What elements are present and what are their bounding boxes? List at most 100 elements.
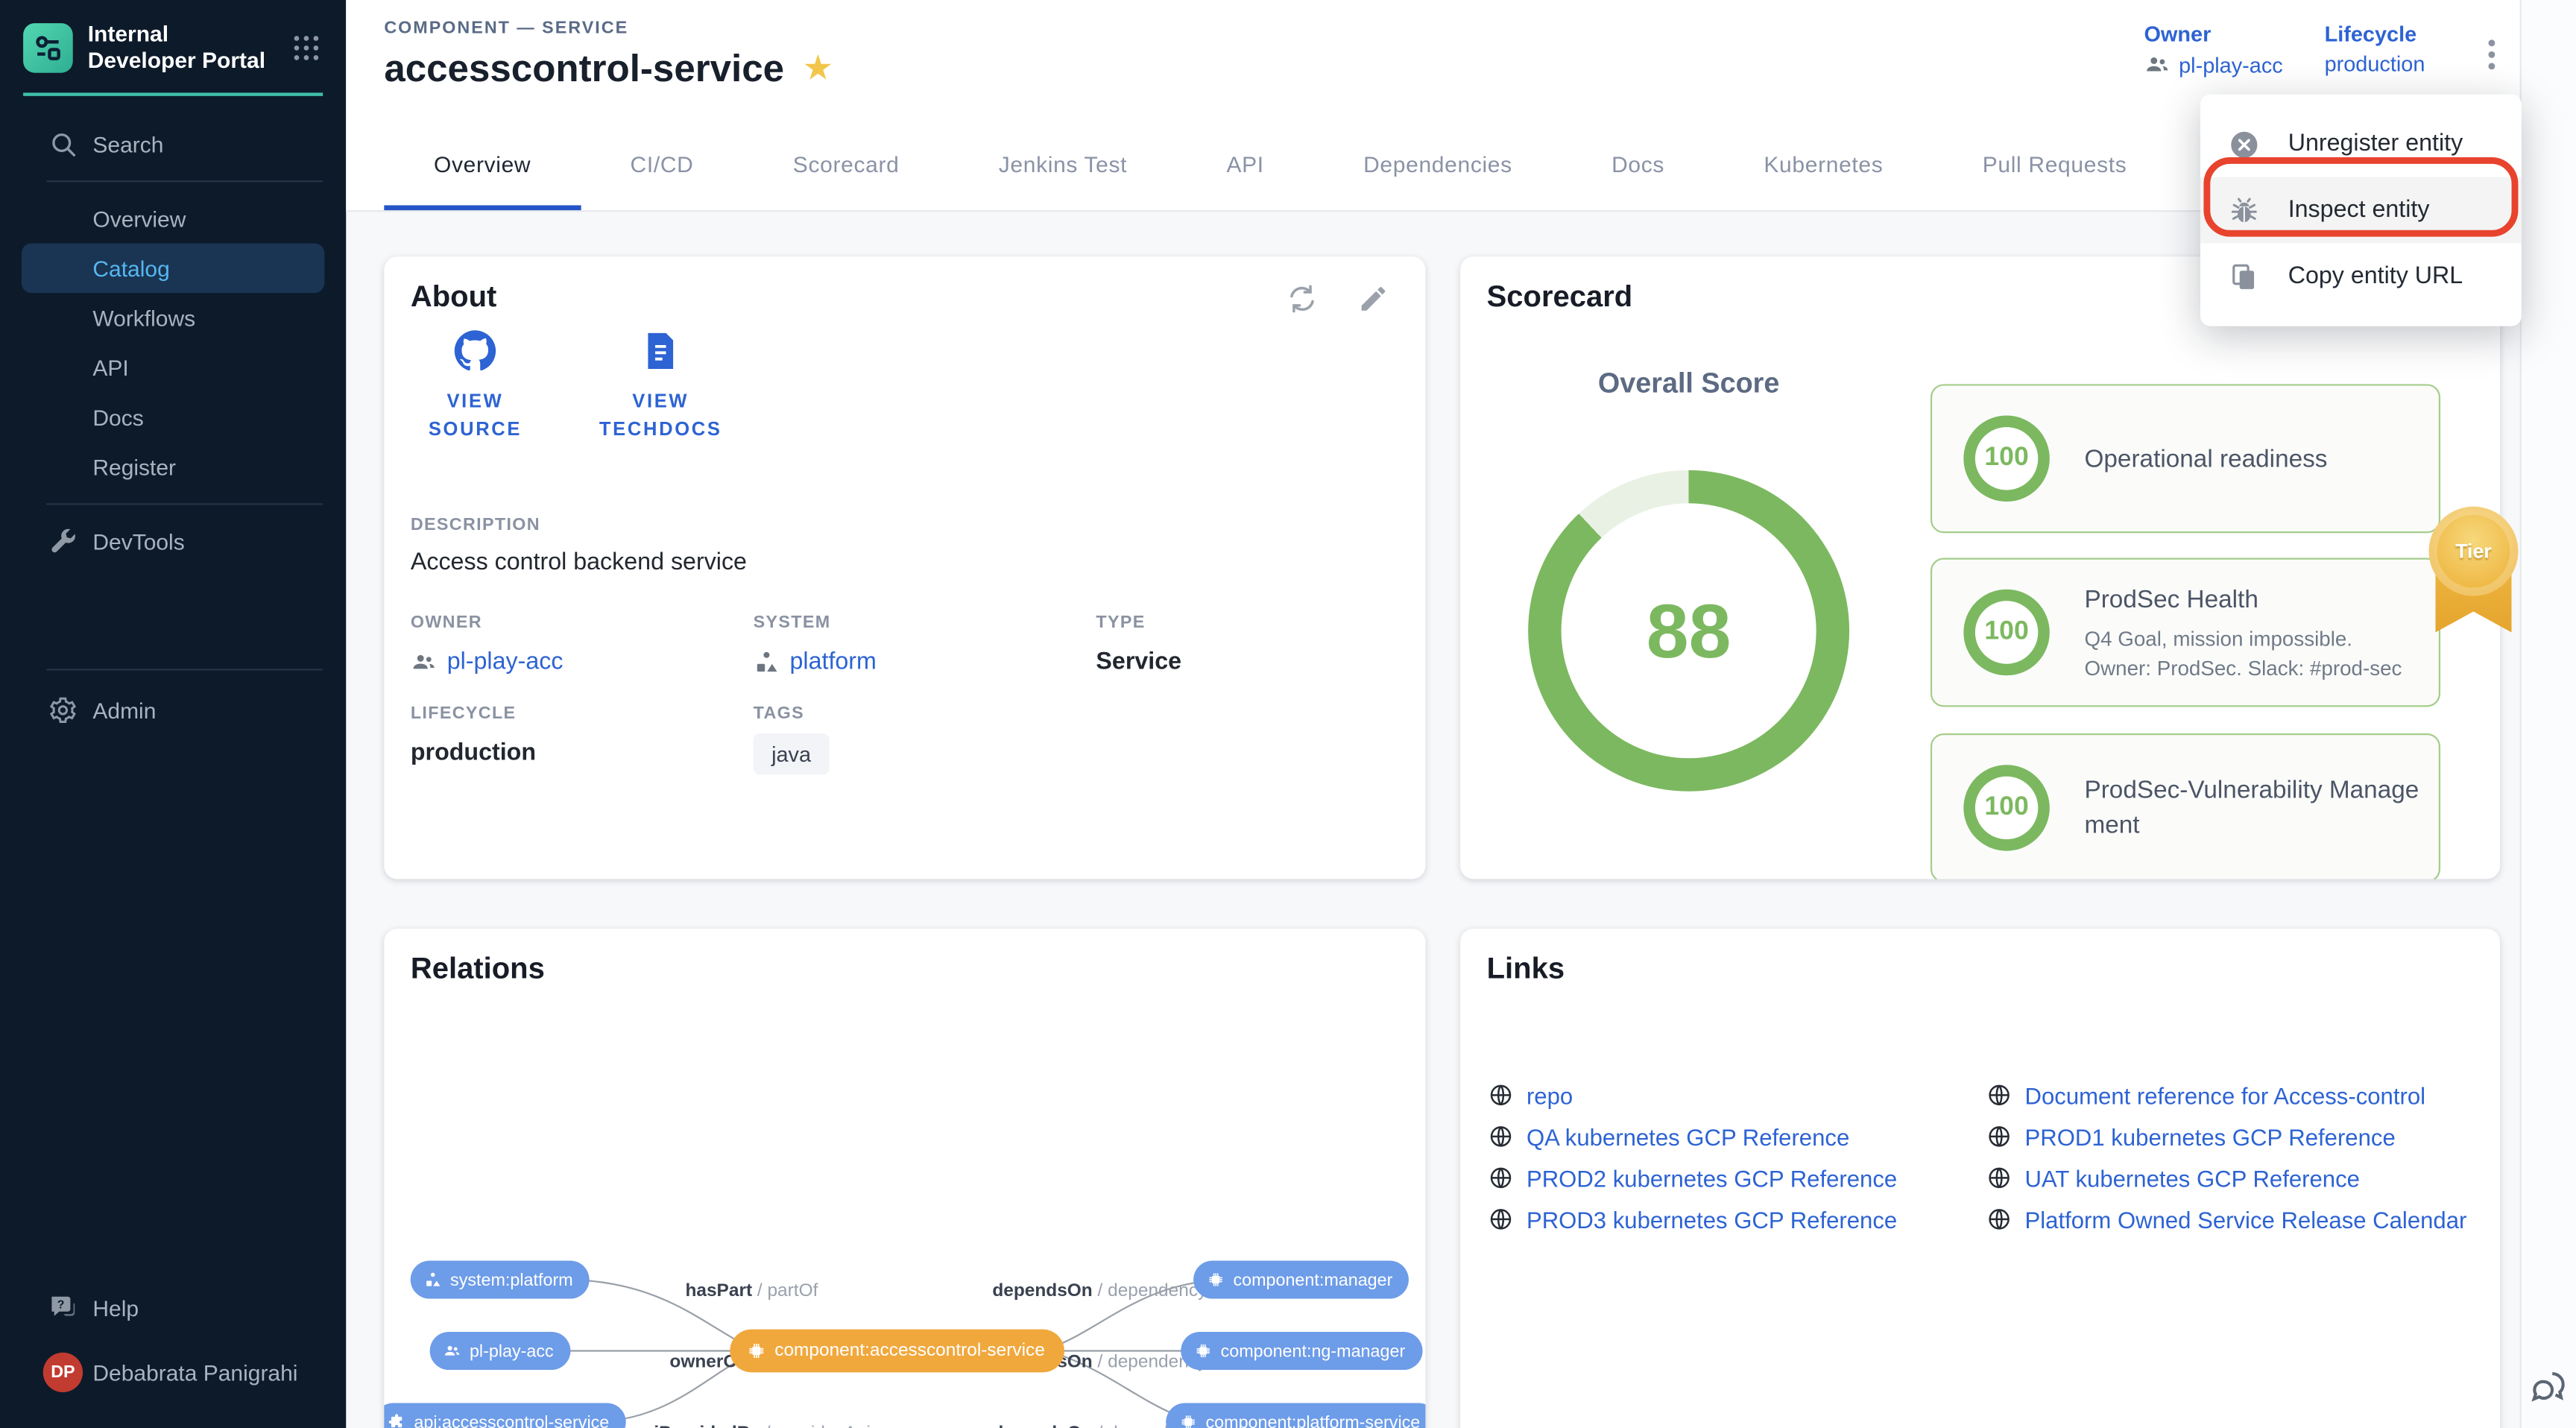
- owner-link[interactable]: pl-play-acc: [2179, 52, 2283, 77]
- apps-grid-icon[interactable]: [290, 31, 323, 63]
- edge-label-haspart: hasPart / partOf: [685, 1281, 818, 1301]
- field-link[interactable]: pl-play-acc: [411, 649, 725, 676]
- scorecard-check-operational-readiness: 100Operational readiness: [1931, 384, 2440, 533]
- sidebar-item-register[interactable]: Register: [0, 442, 346, 492]
- field-link[interactable]: platform: [754, 649, 1068, 676]
- external-link-repo[interactable]: repo: [1489, 1075, 1897, 1116]
- about-card: About VIEWSOURCEVIEWTECHDOCS DESCRIPTION…: [384, 256, 1425, 879]
- relations-graph: system:platform pl-play-acc api:accesscont…: [384, 929, 1425, 1428]
- graph-node-label: api:accesscontrol-service: [414, 1412, 609, 1428]
- main-area: COMPONENT — SERVICE accesscontrol-servic…: [346, 0, 2576, 1428]
- menu-item-label: Copy entity URL: [2288, 263, 2463, 290]
- about-card-title: About: [411, 279, 496, 315]
- system-icon: [424, 1271, 442, 1289]
- tab-docs[interactable]: Docs: [1562, 118, 1714, 210]
- graph-node-component-ng-manager[interactable]: component:ng-manager: [1181, 1332, 1421, 1370]
- sidebar-item-admin[interactable]: Admin: [0, 686, 346, 736]
- graph-node-pl-play-acc[interactable]: pl-play-acc: [430, 1332, 570, 1370]
- external-link-qa-kubernetes-gcp-reference[interactable]: QA kubernetes GCP Reference: [1489, 1116, 1897, 1157]
- lifecycle-label: Lifecycle: [2325, 22, 2425, 46]
- scorecard-card-title: Scorecard: [1487, 279, 1633, 315]
- edit-pencil-icon[interactable]: [1357, 283, 1389, 315]
- tag-chip[interactable]: java: [754, 733, 830, 775]
- view-techdocs-link[interactable]: VIEWTECHDOCS: [596, 329, 725, 445]
- edge-label-dependson: dependsOn / dependencyOf: [992, 1281, 1226, 1301]
- graph-node-component-accesscontrol-service[interactable]: component:accesscontrol-service: [730, 1330, 1064, 1373]
- field-value: production: [411, 740, 725, 767]
- graph-node-api-accesscontrol-service[interactable]: api:accesscontrol-service: [384, 1403, 625, 1428]
- check-score: 100: [1963, 590, 2050, 676]
- tab-pull-requests[interactable]: Pull Requests: [1933, 118, 2176, 210]
- globe-icon: [1986, 1124, 2011, 1149]
- menu-item-unregister-entity[interactable]: Unregister entity: [2200, 111, 2522, 177]
- brand-accent-divider: [23, 92, 323, 95]
- globe-icon: [1986, 1166, 2011, 1190]
- external-link-uat-kubernetes-gcp-reference[interactable]: UAT kubernetes GCP Reference: [1986, 1157, 2466, 1199]
- feedback-chat-icon[interactable]: [2528, 1368, 2572, 1411]
- globe-icon: [1986, 1083, 2011, 1108]
- lifecycle-value: production: [2325, 51, 2425, 76]
- sidebar-item-help[interactable]: ? Help: [0, 1280, 346, 1336]
- globe-icon: [1489, 1124, 1513, 1149]
- sidebar-user[interactable]: DP Debabrata Panigrahi: [0, 1336, 346, 1409]
- tab-kubernetes[interactable]: Kubernetes: [1714, 118, 1933, 210]
- component-icon: [746, 1341, 766, 1361]
- sidebar-item-label: Register: [92, 455, 176, 479]
- field-value: Service: [1096, 649, 1410, 676]
- right-rail: [2520, 0, 2576, 1428]
- external-link-document-reference-for-access-control[interactable]: Document reference for Access-control: [1986, 1075, 2466, 1116]
- tab-overview[interactable]: Overview: [384, 118, 581, 210]
- globe-icon: [1489, 1083, 1513, 1108]
- about-field-tags: TAGSjava: [754, 704, 1068, 775]
- sidebar-item-overview[interactable]: Overview: [0, 194, 346, 244]
- relations-card: Relations system:platformpl-play-accapi:…: [384, 929, 1425, 1428]
- menu-item-copy-entity-url[interactable]: Copy entity URL: [2200, 244, 2522, 310]
- sidebar-item-label: Admin: [92, 698, 156, 722]
- edge-label-apiprovidedby: apiProvidedBy / providesApi: [633, 1424, 871, 1428]
- external-link-prod2-kubernetes-gcp-reference[interactable]: PROD2 kubernetes GCP Reference: [1489, 1157, 1897, 1199]
- link-label: PROD1 kubernetes GCP Reference: [2025, 1123, 2396, 1150]
- group-icon: [2144, 51, 2171, 78]
- wrench-icon: [48, 526, 78, 556]
- tab-ci-cd[interactable]: CI/CD: [581, 118, 743, 210]
- sidebar: Internal Developer Portal Search Overview…: [0, 0, 346, 1428]
- sidebar-item-catalog[interactable]: Catalog: [22, 244, 324, 294]
- refresh-icon[interactable]: [1287, 283, 1318, 315]
- view-source-link[interactable]: VIEWSOURCE: [411, 329, 540, 445]
- brand-title: Internal Developer Portal: [88, 22, 274, 73]
- component-icon: [1207, 1271, 1225, 1289]
- screenshot-stage: Internal Developer Portal Search Overview…: [0, 0, 2576, 1428]
- favorite-star-icon[interactable]: ★: [803, 51, 834, 86]
- tab-dependencies[interactable]: Dependencies: [1313, 118, 1562, 210]
- check-score: 100: [1963, 416, 2050, 502]
- sidebar-item-workflows[interactable]: Workflows: [0, 293, 346, 343]
- more-options-kebab-icon[interactable]: [2470, 30, 2513, 80]
- sidebar-item-label: Workflows: [92, 306, 195, 330]
- graph-node-component-platform-service[interactable]: component:platform-service: [1166, 1403, 1425, 1428]
- header-lifecycle: Lifecycle production: [2325, 22, 2425, 76]
- menu-item-inspect-entity[interactable]: Inspect entity: [2200, 177, 2522, 244]
- app-viewport: Internal Developer Portal Search Overview…: [0, 0, 2576, 1428]
- sidebar-nav: Search OverviewCatalog Workflows APIDocs Reg…: [0, 119, 346, 735]
- sidebar-item-search[interactable]: Search: [0, 119, 346, 169]
- tab-api[interactable]: API: [1177, 118, 1314, 210]
- entity-context-menu: Unregister entityInspect entity Copy enti…: [2200, 95, 2522, 326]
- docs-icon: [639, 329, 682, 373]
- graph-node-system-platform[interactable]: system:platform: [411, 1260, 590, 1298]
- external-link-platform-owned-service-release-calendar[interactable]: Platform Owned Service Release Calendar: [1986, 1198, 2466, 1240]
- external-link-prod3-kubernetes-gcp-reference[interactable]: PROD3 kubernetes GCP Reference: [1489, 1198, 1897, 1240]
- owner-label: Owner: [2144, 22, 2282, 46]
- sidebar-item-devtools[interactable]: DevTools: [0, 516, 346, 566]
- tab-jenkins-test[interactable]: Jenkins Test: [949, 118, 1177, 210]
- bug-icon: [2229, 195, 2260, 226]
- gear-icon: [48, 695, 78, 725]
- page-title: accesscontrol-service: [384, 46, 784, 91]
- sidebar-item-api[interactable]: API: [0, 343, 346, 393]
- group-icon: [443, 1342, 461, 1359]
- sidebar-item-docs[interactable]: Docs: [0, 392, 346, 442]
- tab-scorecard[interactable]: Scorecard: [743, 118, 949, 210]
- external-link-prod1-kubernetes-gcp-reference[interactable]: PROD1 kubernetes GCP Reference: [1986, 1116, 2466, 1157]
- scorecard-check-prodsec-vulnerability-management: 100ProdSec-Vulnerability Management: [1931, 733, 2440, 879]
- help-chat-icon: ?: [48, 1293, 78, 1323]
- graph-node-component-manager[interactable]: component:manager: [1193, 1260, 1409, 1298]
